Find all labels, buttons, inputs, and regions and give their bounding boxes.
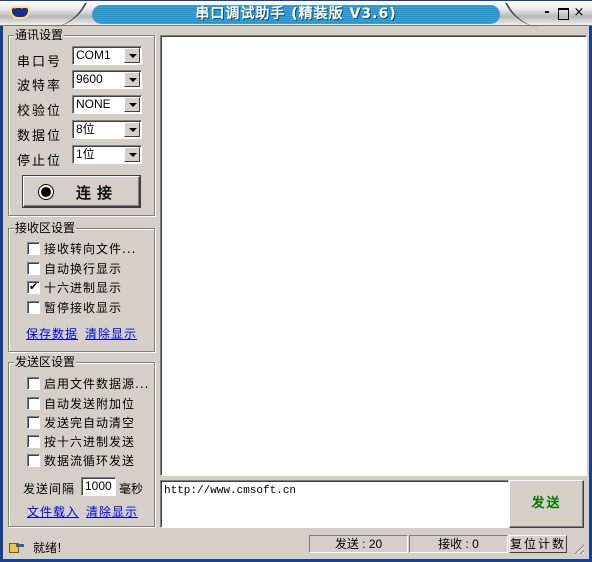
send-button[interactable]: 发送 [509, 480, 584, 528]
save-data-link[interactable]: 保存数据 [26, 325, 78, 342]
chevron-down-icon[interactable] [124, 147, 140, 162]
resize-grip[interactable] [572, 542, 584, 554]
parity-select[interactable]: NONE [72, 95, 142, 114]
clear-send-link[interactable]: 清除显示 [86, 503, 138, 520]
baud-select[interactable]: 9600 [72, 70, 142, 89]
receive-display[interactable] [160, 35, 587, 476]
databits-select[interactable]: 8位 [72, 120, 142, 139]
databits-value: 8位 [76, 122, 95, 136]
reset-count-button[interactable]: 复位计数 [509, 535, 567, 553]
parity-value: NONE [76, 97, 111, 111]
checkbox-box[interactable] [27, 377, 40, 390]
baud-label: 波特率 [17, 79, 63, 94]
checkbox-label: 数据流循环发送 [44, 454, 136, 468]
maximize-button[interactable] [556, 6, 570, 20]
chevron-down-icon[interactable] [124, 122, 140, 137]
checkbox-label: 启用文件数据源... [44, 377, 150, 391]
comm-settings-title: 通讯设置 [14, 28, 65, 42]
stopbits-label: 停止位 [17, 154, 63, 169]
send-interval-input[interactable]: 1000 [81, 477, 116, 496]
checkbox-box[interactable] [27, 397, 40, 410]
connect-label: 连接 [76, 184, 119, 202]
checkbox-box[interactable] [27, 280, 40, 294]
status-text: 就绪! [33, 541, 62, 555]
send-settings-title: 发送区设置 [14, 355, 77, 369]
chevron-down-icon[interactable] [124, 48, 140, 63]
baud-value: 9600 [76, 72, 103, 86]
minimize-button[interactable]: - [540, 6, 554, 20]
checkbox-box[interactable] [27, 454, 40, 467]
port-value: COM1 [76, 48, 111, 62]
serial-port-icon[interactable] [10, 3, 30, 25]
port-label: 串口号 [17, 55, 63, 70]
record-icon [39, 185, 53, 199]
checkbox-box[interactable] [27, 301, 40, 314]
receive-count: 接收 : 0 [409, 535, 508, 553]
stopbits-select[interactable]: 1位 [72, 145, 142, 164]
send-input[interactable]: http://www.cmsoft.cn [160, 480, 509, 528]
send-count: 发送 : 20 [309, 535, 408, 553]
checkbox-box[interactable] [27, 242, 40, 255]
pointing-hand-icon [9, 540, 25, 553]
checkbox-label: 自动换行显示 [44, 262, 123, 276]
checkbox-box[interactable] [27, 435, 40, 448]
databits-label: 数据位 [17, 129, 63, 144]
send-interval-unit: 毫秒 [119, 482, 144, 496]
title-decoration-left [53, 3, 87, 27]
receive-settings-title: 接收区设置 [14, 221, 77, 235]
title-bar[interactable]: 串口调试助手 (精装版 V3.6) - × [0, 0, 592, 27]
checkbox-label: 十六进制显示 [44, 281, 123, 295]
checkbox-label: 自动发送附加位 [44, 397, 136, 411]
connect-button[interactable]: 连接 [23, 176, 140, 207]
title-decoration-right [505, 3, 539, 27]
stopbits-value: 1位 [76, 147, 95, 161]
chevron-down-icon[interactable] [124, 97, 140, 112]
close-button[interactable]: × [572, 6, 586, 20]
checkbox-box[interactable] [27, 262, 40, 275]
app-window: 串口调试助手 (精装版 V3.6) - × 通讯设置 串口号 COM1 波特率 … [0, 0, 592, 562]
checkbox-label: 按十六进制发送 [44, 435, 136, 449]
parity-label: 校验位 [17, 104, 63, 119]
checkbox-label: 发送完自动清空 [44, 416, 136, 430]
window-title: 串口调试助手 (精装版 V3.6) [92, 5, 500, 24]
chevron-down-icon[interactable] [124, 72, 140, 87]
checkbox-box[interactable] [27, 416, 40, 429]
clear-receive-link[interactable]: 清除显示 [85, 325, 137, 342]
checkbox-label: 接收转向文件... [44, 242, 137, 256]
port-select[interactable]: COM1 [72, 46, 142, 65]
load-file-link[interactable]: 文件载入 [27, 503, 79, 520]
checkbox-label: 暂停接收显示 [44, 301, 123, 315]
send-interval-label: 发送间隔 [23, 482, 76, 496]
